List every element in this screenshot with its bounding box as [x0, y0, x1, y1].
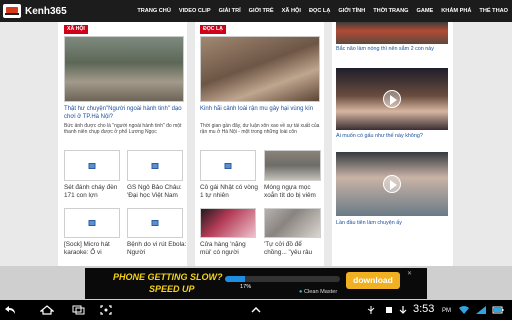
sidebar-video-thumbnail[interactable]: [336, 152, 448, 216]
ad-progress-bar: [225, 276, 340, 282]
category-tag[interactable]: XÃ HỘI: [64, 25, 88, 34]
news-card[interactable]: Móng ngựa mọc xoắn tít do bị viêm: [264, 150, 322, 202]
sidebar-caption[interactable]: Lần đầu tiên làm chuyện ấy: [336, 220, 450, 227]
screenshot-icon[interactable]: [100, 305, 112, 315]
sidebar-video-thumbnail[interactable]: [336, 68, 448, 130]
nav-item-gioi-tre[interactable]: GIỚI TRẺ: [245, 0, 278, 22]
card-title[interactable]: Sét đánh cháy đèn 171 con lợn: [64, 184, 122, 200]
play-icon[interactable]: [383, 175, 401, 193]
sidebar-caption[interactable]: Bắc não làm nóng thì nên sắm 2 con này: [336, 46, 450, 53]
card-title[interactable]: Cô gái Nhật có vòng 1 tự nhiên: [200, 184, 258, 200]
article-card[interactable]: ĐỌC LẠ Kinh hãi cảnh loài rận mu gây hại…: [200, 25, 322, 145]
sidebar-caption[interactable]: Ai muốn có gấu như thế này không?: [336, 133, 450, 140]
signal-icon: [476, 306, 486, 314]
news-card[interactable]: [Sock] Micro hát karaoke: Ổ vi: [64, 208, 120, 262]
card-thumbnail[interactable]: [127, 208, 183, 238]
image-placeholder-icon: [151, 162, 159, 169]
news-card[interactable]: Bệnh do vi rút Ebola: Người: [127, 208, 187, 262]
category-tag[interactable]: ĐỌC LẠ: [200, 25, 226, 34]
battery-icon: [492, 306, 504, 314]
card-thumbnail[interactable]: [200, 150, 256, 181]
card-title[interactable]: Bệnh do vi rút Ebola: Người: [127, 241, 187, 257]
news-card[interactable]: 'Tự cởi đồ để chồng... "yêu râu: [264, 208, 322, 262]
nav-item-the-thao[interactable]: THỂ THAO: [475, 0, 512, 22]
sidebar-thumbnail[interactable]: [336, 22, 448, 44]
card-thumbnail[interactable]: [64, 150, 120, 181]
download-notification-icon: [399, 306, 407, 314]
notification-icon: [386, 307, 392, 313]
image-placeholder-icon: [151, 220, 159, 226]
card-title[interactable]: [Sock] Micro hát karaoke: Ổ vi: [64, 241, 122, 257]
wifi-icon: [459, 306, 469, 314]
top-bar: Kenh365 TRANG CHỦ VIDEO CLIP GIẢI TRÍ GI…: [0, 0, 512, 22]
news-card[interactable]: Sét đánh cháy đèn 171 con lợn: [64, 150, 120, 202]
nav-item-doc-la[interactable]: ĐỌC LẠ: [305, 0, 334, 22]
nav-item-xa-hoi[interactable]: XÃ HỘI: [278, 0, 305, 22]
nav-item-kham-pha[interactable]: KHÁM PHÁ: [437, 0, 475, 22]
image-placeholder-icon: [88, 220, 96, 226]
recent-apps-icon[interactable]: [72, 305, 86, 315]
ad-subheadline: SPEED UP: [149, 284, 195, 294]
logo-icon: [3, 4, 21, 18]
card-title[interactable]: 'Tự cởi đồ để chồng... "yêu râu: [264, 241, 324, 257]
left-gutter: [0, 22, 58, 266]
ad-progress-fill: [225, 276, 245, 282]
article-card[interactable]: XÃ HỘI Thật hư chuyện"Người ngoài hành t…: [64, 25, 186, 145]
ad-close-icon[interactable]: ✕: [407, 270, 412, 277]
column-divider: [187, 22, 195, 266]
news-card[interactable]: GS Ngô Bảo Châu: 'Đại học Việt Nam: [127, 150, 185, 202]
card-thumbnail[interactable]: [264, 150, 321, 181]
card-thumbnail[interactable]: [200, 208, 256, 238]
ad-brand: ● Clean Master: [299, 289, 337, 295]
system-navigation-bar: 3:53 PM: [0, 300, 512, 320]
clock-time[interactable]: 3:53: [413, 303, 434, 315]
clean-master-icon: ●: [299, 289, 303, 295]
nav-item-trang-chu[interactable]: TRANG CHỦ: [133, 0, 175, 22]
ad-banner: PHONE GETTING SLOW? SPEED UP 17% ● Clean…: [0, 266, 512, 300]
ad-brand-label: Clean Master: [303, 289, 338, 295]
image-placeholder-icon: [88, 162, 96, 169]
back-icon[interactable]: [4, 305, 16, 315]
article-headline[interactable]: Thật hư chuyện"Người ngoài hành tinh" dạ…: [64, 106, 186, 121]
nav-item-gioi-tinh[interactable]: GIỚI TÍNH: [334, 0, 369, 22]
card-title[interactable]: GS Ngô Bảo Châu: 'Đại học Việt Nam: [127, 184, 187, 200]
card-thumbnail[interactable]: [64, 208, 120, 238]
home-icon[interactable]: [40, 305, 54, 315]
nav-item-giai-tri[interactable]: GIẢI TRÍ: [215, 0, 245, 22]
article-headline[interactable]: Kinh hãi cảnh loài rận mu gây hại vùng k…: [200, 106, 322, 114]
article-summary: Bức ảnh được cho là "người ngoài hành ti…: [64, 123, 182, 136]
right-gutter: [453, 22, 512, 266]
article-thumbnail[interactable]: [64, 36, 184, 102]
site-logo[interactable]: Kenh365: [3, 4, 133, 18]
article-summary: Thời gian gần đây, dư luận xôn xao về sự…: [200, 123, 320, 136]
card-title[interactable]: Móng ngựa mọc xoắn tít do bị viêm: [264, 184, 324, 200]
download-button[interactable]: download: [346, 272, 400, 289]
site-title: Kenh365: [25, 5, 67, 17]
card-thumbnail[interactable]: [127, 150, 183, 181]
nav-item-video-clip[interactable]: VIDEO CLIP: [175, 0, 215, 22]
menu-up-icon[interactable]: [250, 305, 262, 315]
usb-icon: [367, 306, 375, 314]
nav-item-game[interactable]: GAME: [412, 0, 437, 22]
play-icon[interactable]: [383, 90, 401, 108]
ad-progress-label: 17%: [240, 284, 252, 290]
ad-headline: PHONE GETTING SLOW?: [113, 272, 223, 282]
card-thumbnail[interactable]: [264, 208, 321, 238]
article-thumbnail[interactable]: [200, 36, 320, 102]
nav-item-thoi-trang[interactable]: THỜI TRANG: [369, 0, 412, 22]
card-title[interactable]: Cửa hàng 'nặng mùi' có người: [200, 241, 258, 257]
image-placeholder-icon: [224, 162, 232, 169]
news-card[interactable]: Cửa hàng 'nặng mùi' có người: [200, 208, 256, 262]
clock-ampm: PM: [442, 308, 451, 314]
ad-creative[interactable]: PHONE GETTING SLOW? SPEED UP 17% ● Clean…: [85, 268, 427, 299]
column-divider: [324, 22, 332, 266]
main-nav: TRANG CHỦ VIDEO CLIP GIẢI TRÍ GIỚI TRẺ X…: [133, 0, 512, 22]
news-card[interactable]: Cô gái Nhật có vòng 1 tự nhiên: [200, 150, 258, 202]
